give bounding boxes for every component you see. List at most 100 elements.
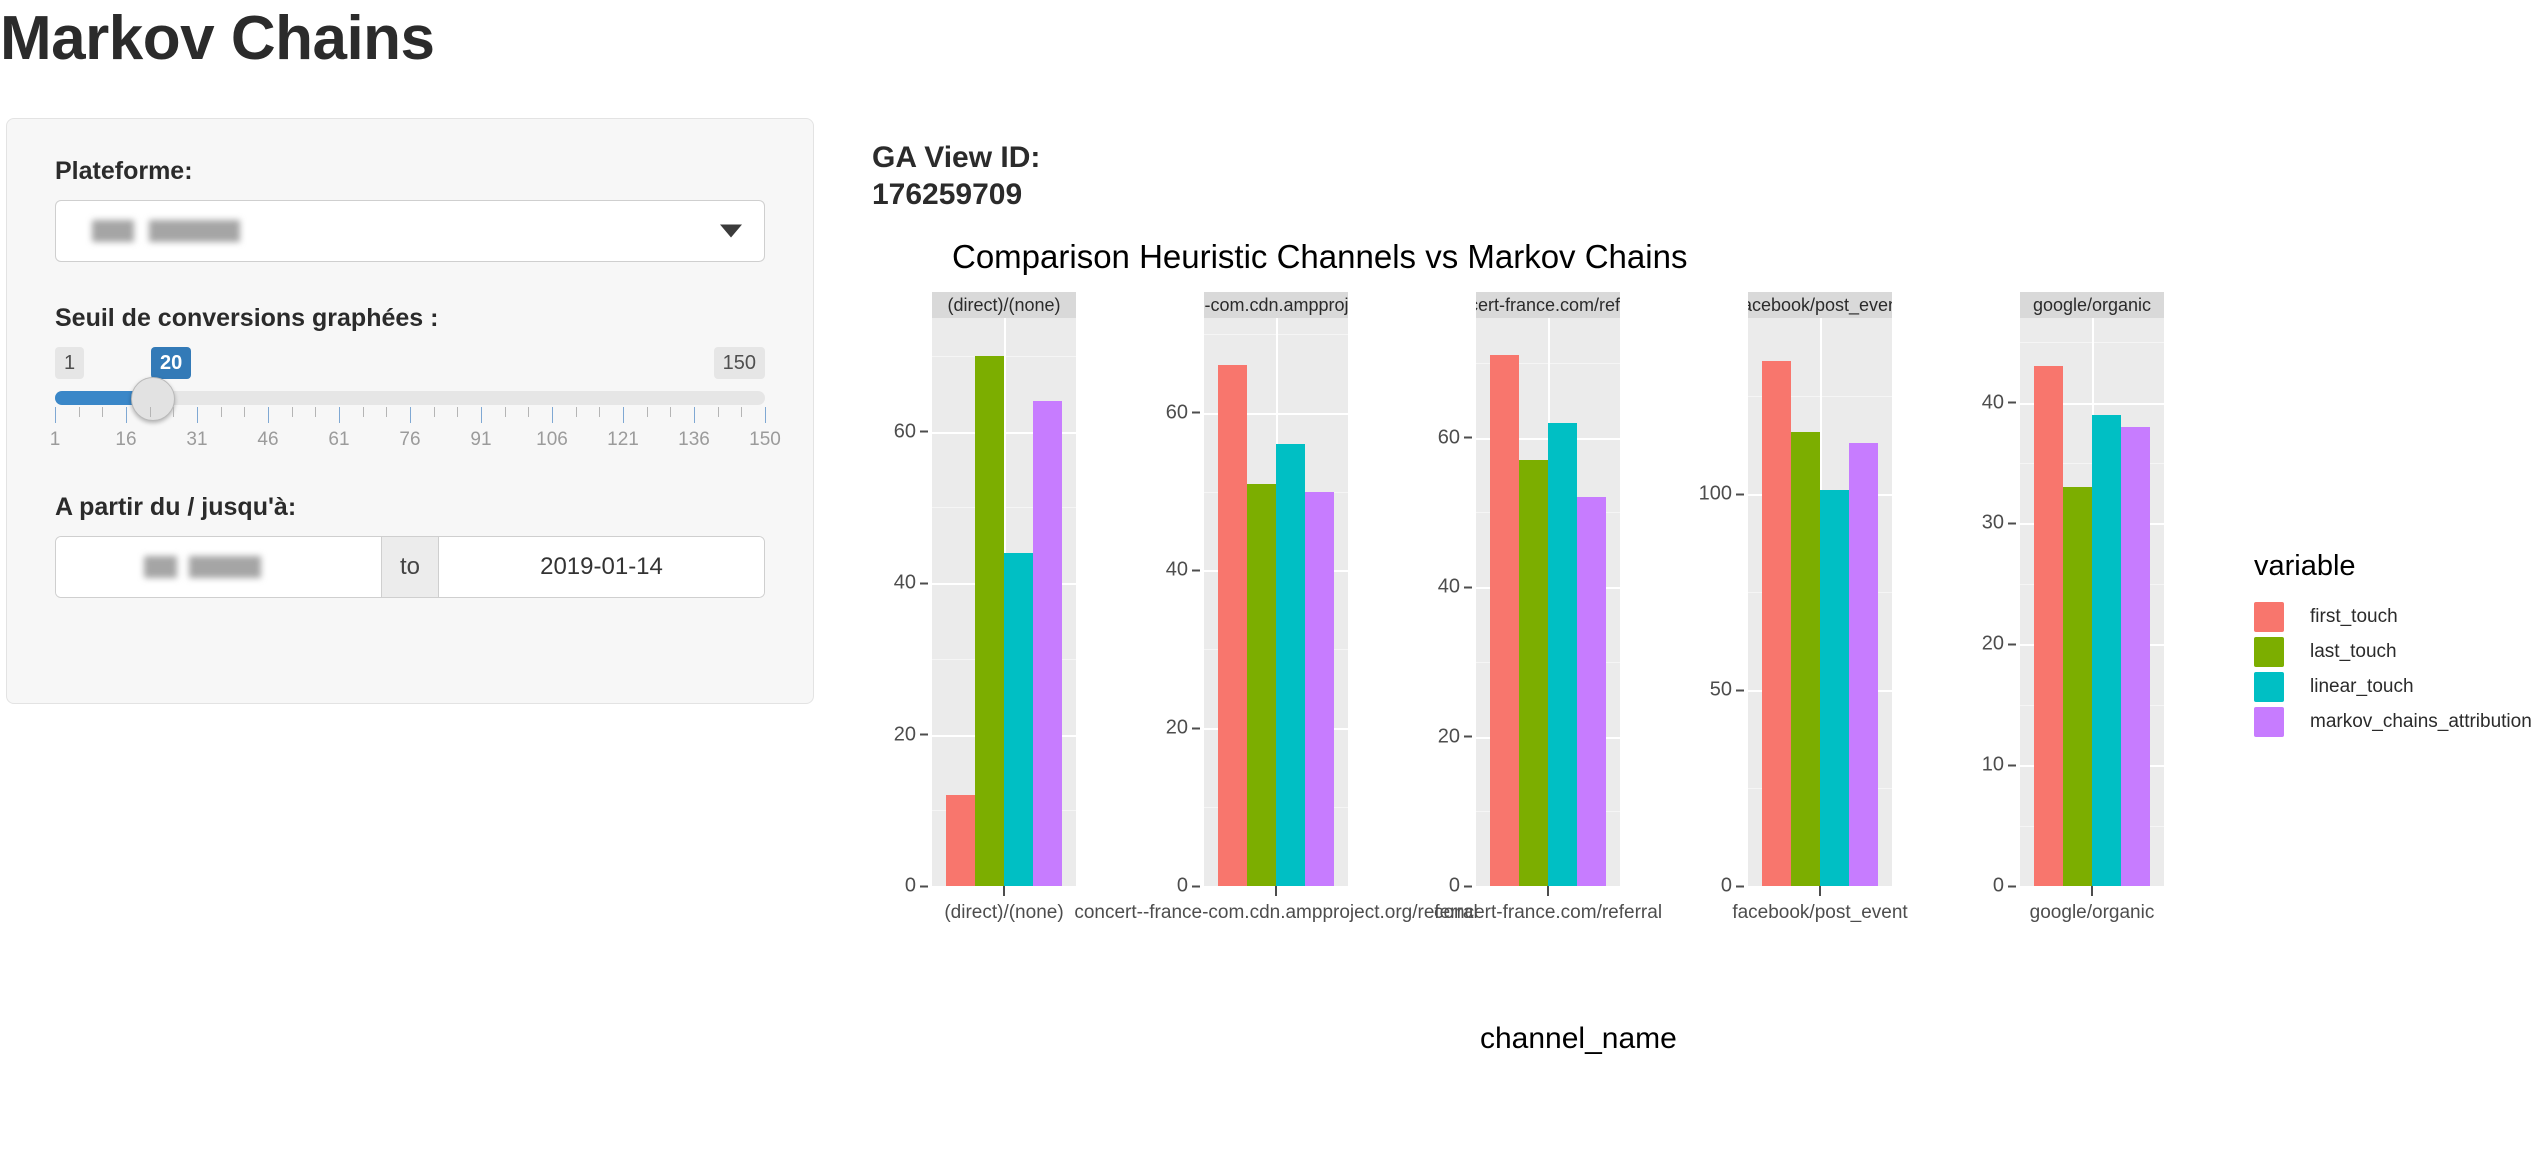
slider-tick — [291, 407, 293, 417]
slider-tick — [481, 407, 482, 423]
x-axis-tick — [1275, 886, 1277, 896]
ga-view-id-label: GA View ID: — [872, 141, 1041, 174]
legend-item-label: first_touch — [2310, 605, 2398, 627]
x-axis-tick — [1003, 886, 1005, 896]
slider-tick-label: 91 — [470, 429, 492, 450]
slider-tick — [599, 407, 601, 417]
chart-facet: 0 10 20 30 40 google/organic google/organic — [1968, 292, 2164, 972]
slider-tick-label: 61 — [328, 429, 350, 450]
date-range-separator: to — [381, 537, 439, 597]
slider-tick — [670, 407, 672, 417]
threshold-slider[interactable]: 1 20 150 1 16 31 46 61 76 91 106 121 136 150 — [50, 347, 781, 467]
y-axis-tick-label: 40 — [1437, 575, 1460, 598]
slider-tick — [457, 407, 459, 417]
threshold-label: Seuil de conversions graphées : — [55, 304, 439, 332]
bar-linear_touch — [1820, 490, 1849, 886]
legend-item: last_touch — [2254, 634, 2534, 669]
x-axis-tick-label: facebook/post_event — [1732, 902, 1908, 923]
facet-strip-label: google/organic — [2020, 292, 2164, 318]
slider-tick — [102, 407, 104, 417]
bar-last_touch — [975, 355, 1004, 886]
y-axis: 0 50 100 — [1696, 308, 1748, 980]
chevron-down-icon[interactable] — [720, 224, 742, 238]
y-axis: 0 10 20 30 40 — [1968, 308, 2020, 980]
x-axis-tick-label: concert--france-com.cdn.ampproject.org/r… — [1074, 902, 1478, 923]
slider-tick — [268, 407, 269, 423]
y-axis-tick-label: 0 — [1992, 874, 2004, 897]
bar-linear_touch — [1004, 552, 1033, 886]
x-axis-tick — [1547, 886, 1549, 896]
bar-linear_touch — [1548, 422, 1577, 886]
bar-last_touch — [2063, 487, 2092, 886]
slider-tick-label: 136 — [678, 429, 710, 450]
date-from-value — [143, 556, 294, 578]
legend-item-label: last_touch — [2310, 640, 2397, 662]
y-axis: 0 20 40 60 — [1424, 308, 1476, 980]
platform-selected-value — [92, 220, 282, 242]
slider-tick-label: 106 — [536, 429, 568, 450]
slider-tick — [646, 407, 648, 417]
x-axis-tick — [1819, 886, 1821, 896]
facet-panel — [2020, 318, 2164, 886]
facet-strip-label: (direct)/(none) — [932, 292, 1076, 318]
x-axis-tick — [2091, 886, 2093, 896]
date-to-field[interactable]: 2019-01-14 — [439, 537, 764, 597]
y-axis-tick-label: 60 — [1165, 401, 1188, 424]
slider-tick — [78, 407, 80, 417]
bar-last_touch — [1519, 460, 1548, 886]
facet-panel — [932, 318, 1076, 886]
y-axis-tick-label: 40 — [893, 571, 916, 594]
page-title: Markov Chains — [0, 4, 435, 73]
slider-tick — [315, 407, 317, 417]
bar-markov_chains_attribution — [1033, 401, 1062, 886]
platform-select[interactable] — [55, 200, 765, 262]
bar-markov_chains_attribution — [1305, 491, 1334, 886]
slider-tick-labels: 1 16 31 46 61 76 91 106 121 136 150 — [50, 429, 781, 453]
bar-group — [1204, 318, 1348, 886]
slider-tick — [197, 407, 198, 423]
date-range-input[interactable]: to 2019-01-14 — [55, 536, 765, 598]
bar-markov_chains_attribution — [1849, 443, 1878, 886]
facet-strip-label: ance-com.cdn.ampproject.c — [1204, 292, 1348, 318]
y-axis-tick-label: 0 — [1176, 874, 1188, 897]
bar-markov_chains_attribution — [1577, 497, 1606, 886]
chart-facet: 0 20 40 60 concert-france.com/referral concer… — [1424, 292, 1662, 972]
slider-tick — [504, 407, 506, 417]
y-axis-tick-label: 0 — [1448, 874, 1460, 897]
chart-legend: variable first_touch last_touch linear_tou… — [2254, 550, 2534, 739]
y-axis-tick-label: 60 — [893, 420, 916, 443]
y-axis-tick-label: 30 — [1981, 511, 2004, 534]
slider-tick — [126, 407, 127, 423]
slider-tick-label: 76 — [399, 429, 421, 450]
facet-panel — [1204, 318, 1348, 886]
x-axis-tick-label: concert-france.com/referral — [1433, 902, 1663, 923]
slider-tick-label: 1 — [49, 429, 61, 450]
slider-tick — [575, 407, 577, 417]
slider-tick-label: 31 — [186, 429, 208, 450]
legend-color-swatch — [2254, 601, 2284, 632]
slider-tick — [339, 407, 340, 423]
ga-view-id: GA View ID: 176259709 — [872, 140, 1040, 213]
chart-facet: 0 20 40 60 ance-com.cdn.ampproject.c concert-… — [1074, 292, 1478, 972]
ga-view-id-value: 176259709 — [872, 177, 1023, 211]
facet-grid: 0 20 40 60 (direct)/(none) (direct)/(none) 0 20… — [880, 292, 2240, 972]
slider-tick — [173, 407, 175, 417]
y-axis-tick-label: 20 — [893, 723, 916, 746]
y-axis-tick-label: 100 — [1698, 482, 1732, 505]
bar-linear_touch — [1276, 444, 1305, 886]
slider-max-label: 150 — [713, 347, 765, 379]
legend-color-swatch — [2254, 671, 2284, 702]
slider-ticks — [55, 407, 766, 425]
slider-tick — [717, 407, 719, 417]
legend-item: markov_chains_attribution — [2254, 704, 2534, 739]
date-range-label: A partir du / jusqu'à: — [55, 493, 297, 521]
chart-facet: 0 20 40 60 (direct)/(none) (direct)/(none) — [880, 292, 1076, 972]
bar-markov_chains_attribution — [2121, 426, 2150, 886]
date-from-field[interactable] — [56, 537, 381, 597]
facet-panel — [1476, 318, 1620, 886]
y-axis-tick-label: 10 — [1981, 753, 2004, 776]
slider-min-label: 1 — [55, 347, 85, 379]
y-axis-tick-label: 20 — [1437, 725, 1460, 748]
chart-facet: 0 50 100 facebook/post_event facebook/post_e… — [1696, 292, 1908, 972]
bar-last_touch — [1791, 431, 1820, 886]
